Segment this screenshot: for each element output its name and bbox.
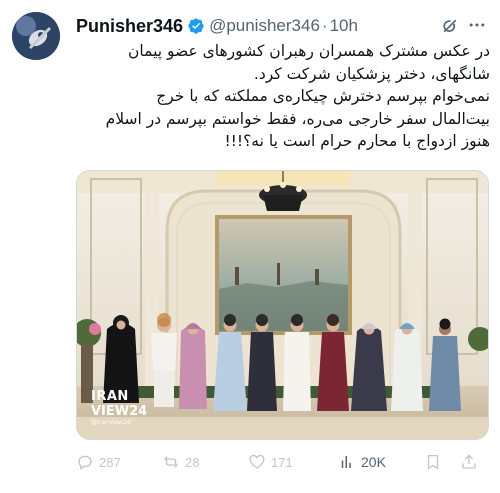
reply-button[interactable]: 287 [76,453,121,471]
share-button[interactable] [460,453,483,471]
tweet-header: Punisher346 @punisher346 · 10h [76,14,488,38]
tweet-line: در عکس مشترک همسران رهبران کشورهای عضو پ… [128,42,490,60]
watermark-line3: @IranView24 [91,419,131,426]
avatar-image [12,12,60,60]
like-count: 171 [271,454,293,470]
tweet-actions: 287 28 171 20K [76,450,490,474]
bookmark-button[interactable] [424,453,447,471]
repost-button[interactable]: 28 [162,453,199,471]
avatar[interactable] [12,12,60,60]
author-name[interactable]: Punisher346 [76,16,183,37]
repost-count: 28 [185,454,200,470]
views-button[interactable]: 20K [338,453,386,471]
grok-icon[interactable] [440,16,460,36]
tweet-line: هنوز ازدواج با محارم حرام است یا نه؟!!! [224,132,490,150]
tweet-line: شانگهای، دختر پزشکیان شرکت کرد. [253,64,490,83]
views-icon [341,456,351,468]
tweet-text: در عکس مشترک همسران رهبران کشورهای عضو پ… [76,40,490,153]
like-icon [249,454,265,469]
tweet-line: بیت‌المال سفر خارجی می‌ره، فقط خواستم بپ… [105,109,490,128]
share-icon [462,454,476,469]
author-handle[interactable]: @punisher346 [209,16,320,36]
timestamp[interactable]: 10h [330,16,358,36]
iranview24-watermark: IRAN VIEW24 @IranView24 [91,389,147,426]
reply-count: 287 [99,454,121,470]
like-button[interactable]: 171 [248,453,293,471]
watermark-line1: IRAN [91,389,129,404]
separator-dot: · [321,16,328,35]
bookmark-icon [427,454,439,470]
views-count: 20K [361,454,386,470]
repost-icon [164,456,178,468]
watermark-line2: VIEW24 [91,404,148,419]
tweet-line: نمی‌خوام بپرسم دخترش چیکاره‌ی مملکته که … [156,87,490,105]
more-icon[interactable] [466,14,488,36]
verified-badge-icon [187,17,205,35]
reply-icon [78,455,92,470]
tweet-photo[interactable]: IRAN VIEW24 @IranView24 [76,170,489,440]
